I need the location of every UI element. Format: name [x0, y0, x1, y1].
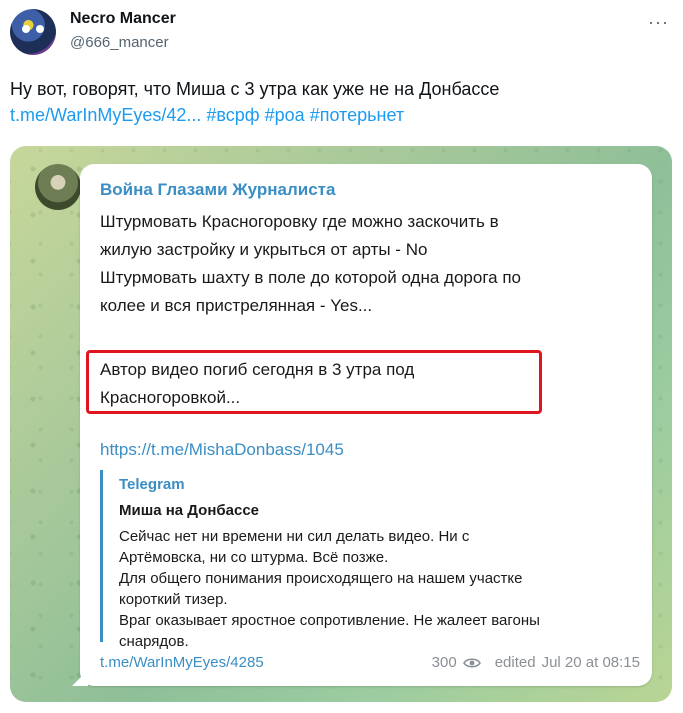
channel-avatar	[35, 164, 81, 210]
preview-line: снарядов.	[119, 633, 189, 650]
tweet-text: Ну вот, говорят, что Миша с 3 утра как у…	[10, 79, 500, 99]
message-line: Штурмовать Красногоровку где можно заско…	[100, 212, 499, 231]
more-options-icon[interactable]: ···	[648, 12, 669, 33]
preview-text: Сейчас нет ни времени ни сил делать виде…	[119, 526, 619, 652]
author-avatar[interactable]	[10, 9, 56, 55]
author-name[interactable]: Necro Mancer	[70, 10, 176, 28]
tweet-text-block: Ну вот, говорят, что Миша с 3 утра как у…	[10, 76, 670, 128]
preview-line: короткий тизер.	[119, 591, 228, 608]
preview-title: Миша на Донбассе	[119, 502, 260, 519]
preview-line: Для общего понимания происходящего на на…	[119, 570, 523, 587]
message-url: https://t.me/MishaDonbass/1045	[100, 440, 344, 459]
message-timestamp: Jul 20 at 08:15	[541, 654, 640, 671]
hashtag-vsrf[interactable]: #всрф	[206, 105, 259, 125]
views-count: 300	[431, 654, 457, 671]
highlighted-line: Красногоровкой...	[100, 388, 241, 407]
highlighted-line: Автор видео погиб сегодня в 3 утра под	[100, 360, 415, 379]
message-line: Штурмовать шахту в поле до которой одна …	[100, 268, 521, 287]
link-preview: Telegram Миша на Донбассе Сейчас нет ни …	[100, 470, 630, 650]
tweet-link[interactable]: t.me/WarInMyEyes/42...	[10, 105, 201, 125]
preview-line: Сейчас нет ни времени ни сил делать виде…	[119, 528, 470, 545]
telegram-message-bubble: Война Глазами Журналиста Штурмовать Крас…	[72, 164, 652, 686]
message-line: жилую застройку и укрыться от арты - No	[100, 240, 428, 259]
preview-site-name: Telegram	[119, 476, 185, 493]
hashtag-roa[interactable]: #роа	[265, 105, 305, 125]
message-meta: 300 edited Jul 20 at 08:15	[432, 654, 640, 671]
eye-icon	[462, 657, 481, 668]
highlighted-message: Автор видео погиб сегодня в 3 утра под К…	[100, 356, 540, 412]
hashtag-poterjnet[interactable]: #потерьнет	[310, 105, 404, 125]
edited-label: edited	[494, 654, 536, 671]
footer-post-link: t.me/WarInMyEyes/4285	[100, 654, 264, 671]
message-body: Штурмовать Красногоровку где можно заско…	[100, 208, 640, 320]
preview-line: Враг оказывает яростное сопротивление. Н…	[119, 612, 540, 629]
channel-title: Война Глазами Журналиста	[100, 180, 336, 199]
message-line: колее и вся пристрелянная - Yes...	[100, 296, 373, 315]
author-handle[interactable]: @666_mancer	[70, 34, 169, 51]
tweet-media-image[interactable]: Война Глазами Журналиста Штурмовать Крас…	[10, 146, 672, 702]
preview-line: Артёмовска, ни со штурма. Всё позже.	[119, 549, 389, 566]
